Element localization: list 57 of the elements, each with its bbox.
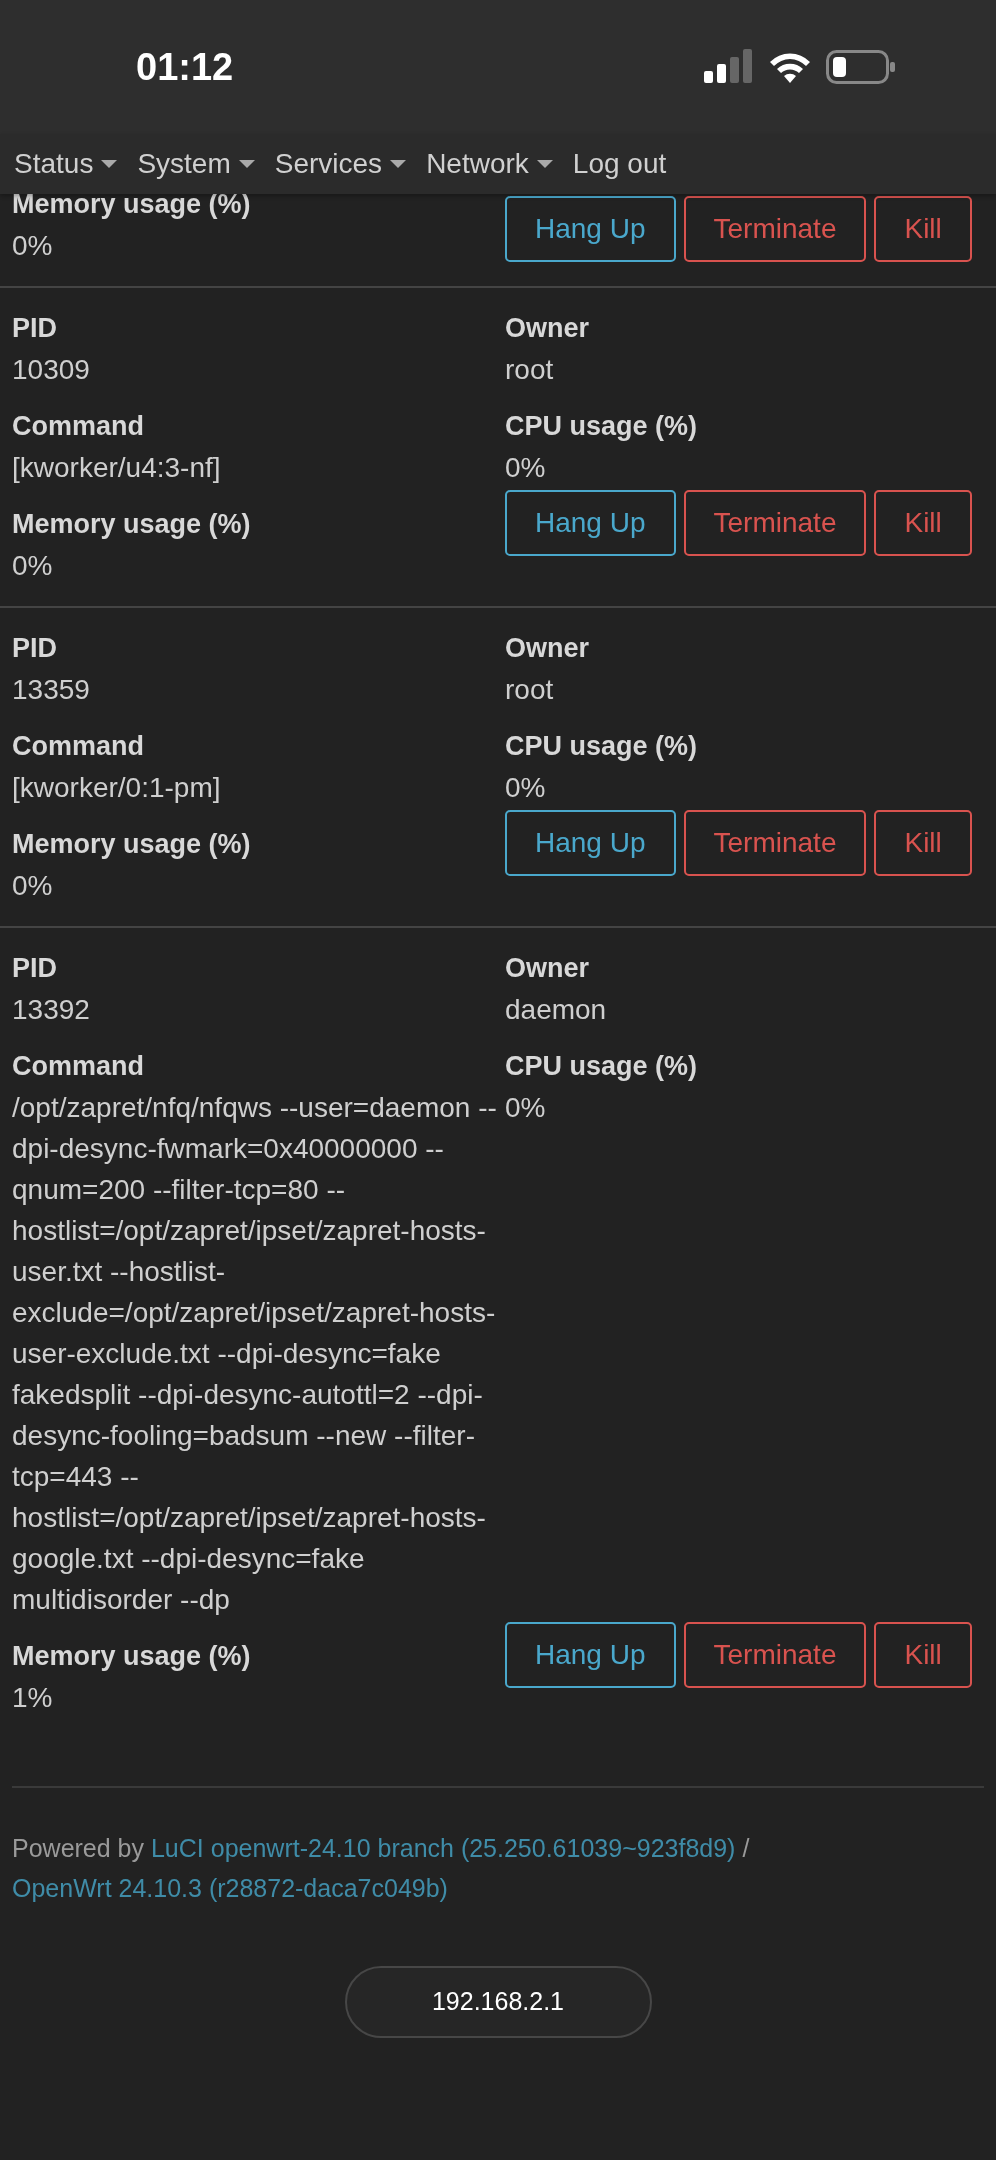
field-value: root: [505, 353, 555, 387]
hang-up-button[interactable]: Hang Up: [505, 1622, 676, 1688]
field-label: CPU usage (%): [505, 730, 699, 763]
nav-menu-item[interactable]: Status: [12, 143, 132, 185]
field-value: 0%: [12, 549, 54, 583]
field-label: PID: [12, 312, 58, 345]
signal-button[interactable]: Terminate: [683, 490, 867, 556]
field-value: daemon: [505, 993, 608, 1027]
field-value: 13359: [12, 673, 91, 707]
field-label: Memory usage (%): [12, 1640, 252, 1673]
signal-icon: [704, 49, 754, 85]
field-value: 10309: [12, 353, 91, 387]
field-value: [kworker/u4:3-nf]: [12, 451, 222, 485]
signal-button[interactable]: Terminate: [683, 1622, 867, 1688]
nav-menu-item[interactable]: Network: [424, 143, 567, 185]
field-label: Owner: [505, 632, 591, 665]
field-label: CPU usage (%): [505, 410, 699, 443]
address-bar[interactable]: 192.168.2.1: [344, 1966, 652, 2038]
hang-up-button[interactable]: Hang Up: [505, 196, 676, 262]
battery-icon: [826, 50, 896, 84]
wifi-icon: [768, 51, 812, 83]
field-label: CPU usage (%): [505, 1050, 699, 1083]
field-label: PID: [12, 632, 58, 665]
field-label: Memory usage (%): [12, 508, 252, 541]
field-value: 0%: [505, 771, 547, 805]
signal-button[interactable]: Terminate: [683, 810, 867, 876]
field-label: Command: [12, 1050, 145, 1083]
field-label: Owner: [505, 952, 591, 985]
signal-button[interactable]: Kill: [874, 810, 972, 876]
nav-menu-item[interactable]: Log out: [570, 143, 681, 185]
field-label: Memory usage (%): [12, 194, 252, 221]
field-value: [kworker/0:1-pm]: [12, 771, 222, 805]
nav-menu-item[interactable]: System: [135, 143, 269, 185]
field-label: Command: [12, 410, 145, 443]
field-label: PID: [12, 952, 58, 985]
nav-menu-item[interactable]: Services: [272, 143, 421, 185]
hang-up-button[interactable]: Hang Up: [505, 490, 676, 556]
field-label: Owner: [505, 312, 591, 345]
footer-link[interactable]: LuCI openwrt-24.10 branch (25.250.61039~923f8d9): [150, 1834, 736, 1862]
field-value: root: [505, 673, 555, 707]
field-value: 0%: [505, 451, 547, 485]
field-value: 0%: [12, 869, 54, 903]
signal-button[interactable]: Kill: [874, 490, 972, 556]
field-label: Command: [12, 730, 145, 763]
field-value: 1%: [12, 1681, 54, 1715]
signal-button[interactable]: Terminate: [683, 196, 867, 262]
signal-button[interactable]: Kill: [874, 1622, 972, 1688]
field-label: Memory usage (%): [12, 828, 252, 861]
hang-up-button[interactable]: Hang Up: [505, 810, 676, 876]
field-value: 0%: [505, 1091, 547, 1125]
footer-text: Powered by LuCI openwrt-24.10 branch (25.250.61039~923f8d9) / OpenWrt 24.10.3 (r28872-daca7c049b): [12, 1833, 751, 1904]
field-value: 13392: [12, 993, 91, 1027]
signal-button[interactable]: Kill: [874, 196, 972, 262]
footer-link[interactable]: OpenWrt 24.10.3 (r28872-daca7c049b): [12, 1874, 448, 1902]
clock-time: 01:12: [136, 44, 234, 90]
field-value: /opt/zapret/nfq/nfqws --user=daemon --dpi-desync-fwmark=0x40000000 --qnum=200 --filter-tcp=80 --hostlist=/opt/zapret/ipset/zapret-hosts-user.txt --hostlist-exclude=/opt/zapret/ipset/zapret-hosts-user-exclude.txt --dpi-desync=fake fakedsplit --dpi-desync-autottl=2 --dpi-desync-fooling=badsum --new --filter-tcp=443 --hostlist=/opt/zapret/ipset/zapret-hosts-google.txt --dpi-desync=fake multidisorder --dp: [12, 1091, 498, 1617]
field-value: 0%: [12, 229, 54, 263]
